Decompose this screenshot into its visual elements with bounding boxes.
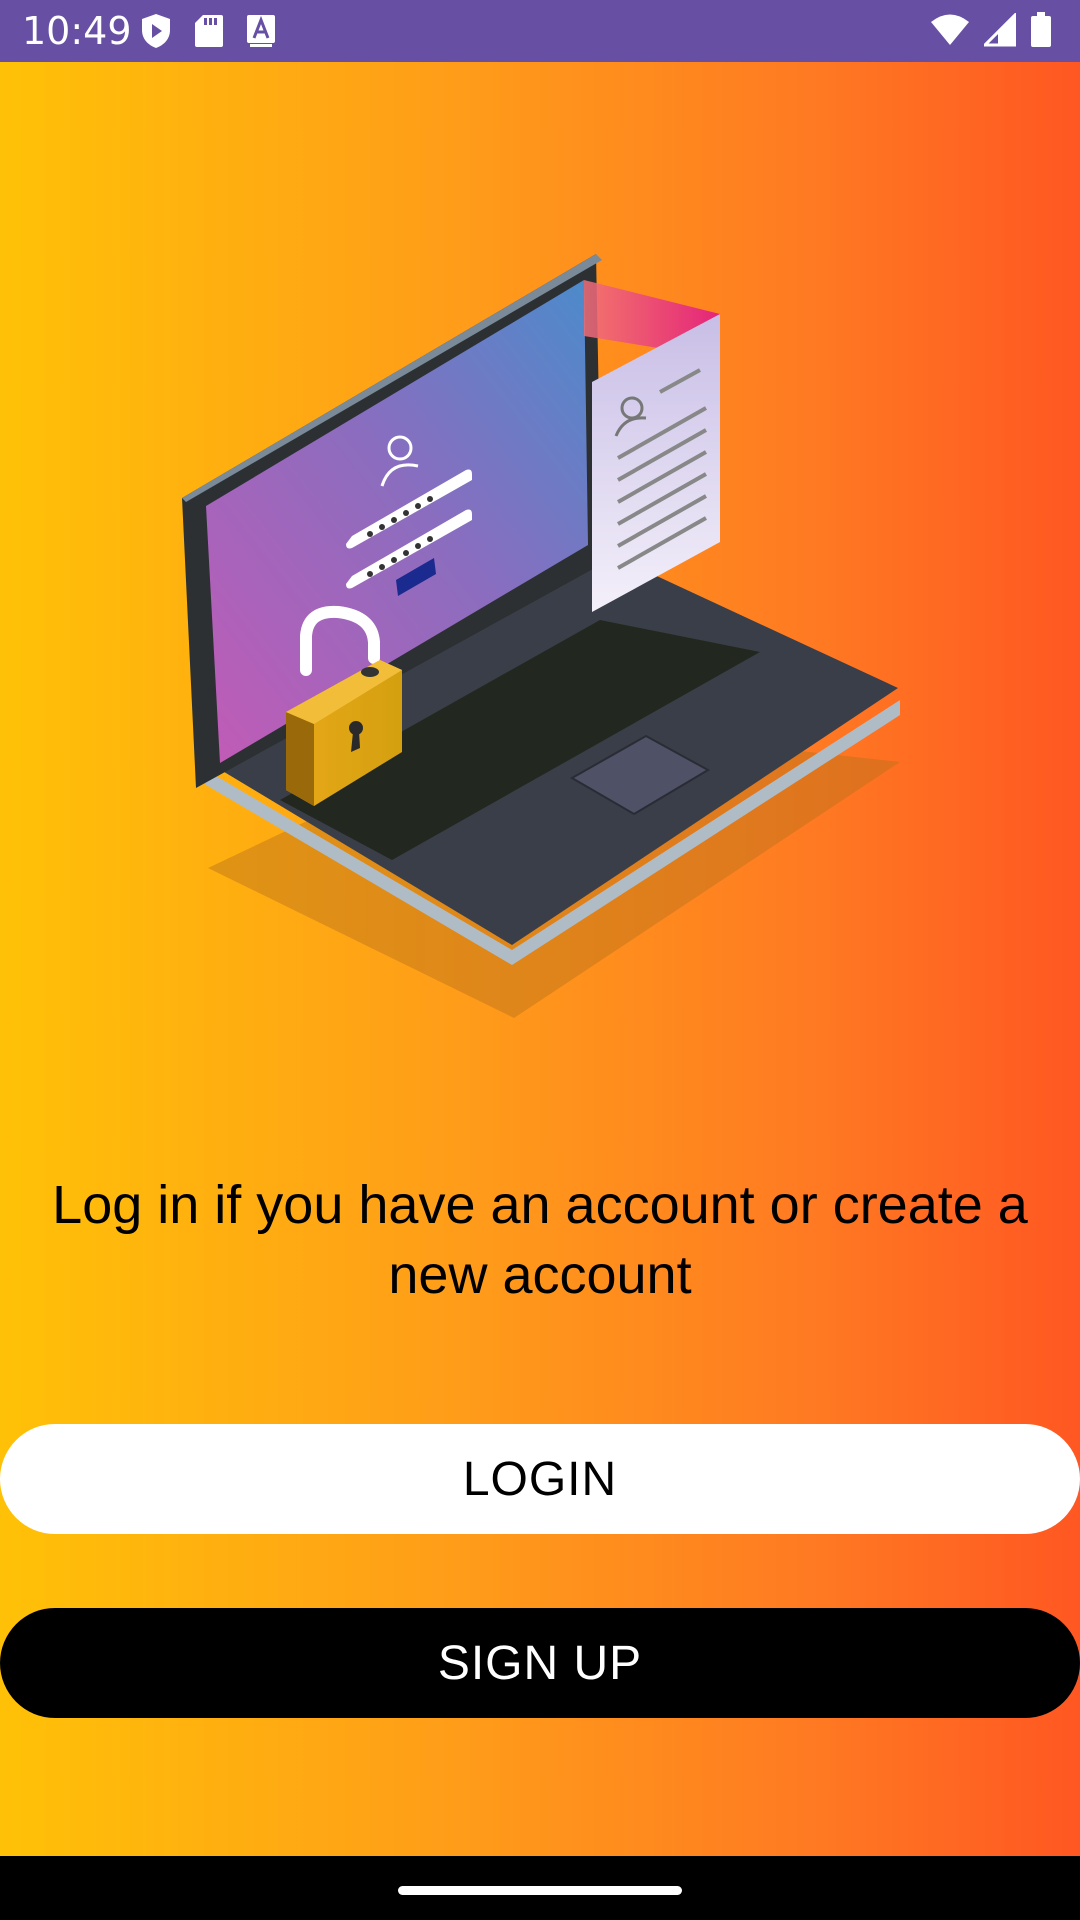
navigation-bar: [0, 1856, 1080, 1920]
status-right-icons: [930, 12, 1052, 48]
login-button[interactable]: LOGIN: [0, 1424, 1080, 1534]
battery-icon: [1031, 12, 1051, 47]
signup-button[interactable]: SIGN UP: [0, 1608, 1080, 1718]
sd-card-icon: [195, 15, 223, 47]
welcome-screen: 10:49 Log in if you have an account or c…: [0, 0, 1080, 1920]
wifi-icon: [931, 14, 969, 45]
laptop-security-icon: [182, 254, 900, 1018]
signal-icon: [984, 13, 1016, 47]
welcome-message: Log in if you have an account or create …: [52, 1175, 1028, 1305]
home-indicator[interactable]: [398, 1886, 682, 1895]
laptop-login-illustration: [160, 240, 920, 1040]
status-time: 10:49: [22, 9, 132, 53]
keyboard-a-icon: [247, 15, 275, 47]
status-left-icons: [140, 12, 276, 50]
status-bar: 10:49: [0, 0, 1080, 62]
shield-play-icon: [142, 14, 170, 48]
